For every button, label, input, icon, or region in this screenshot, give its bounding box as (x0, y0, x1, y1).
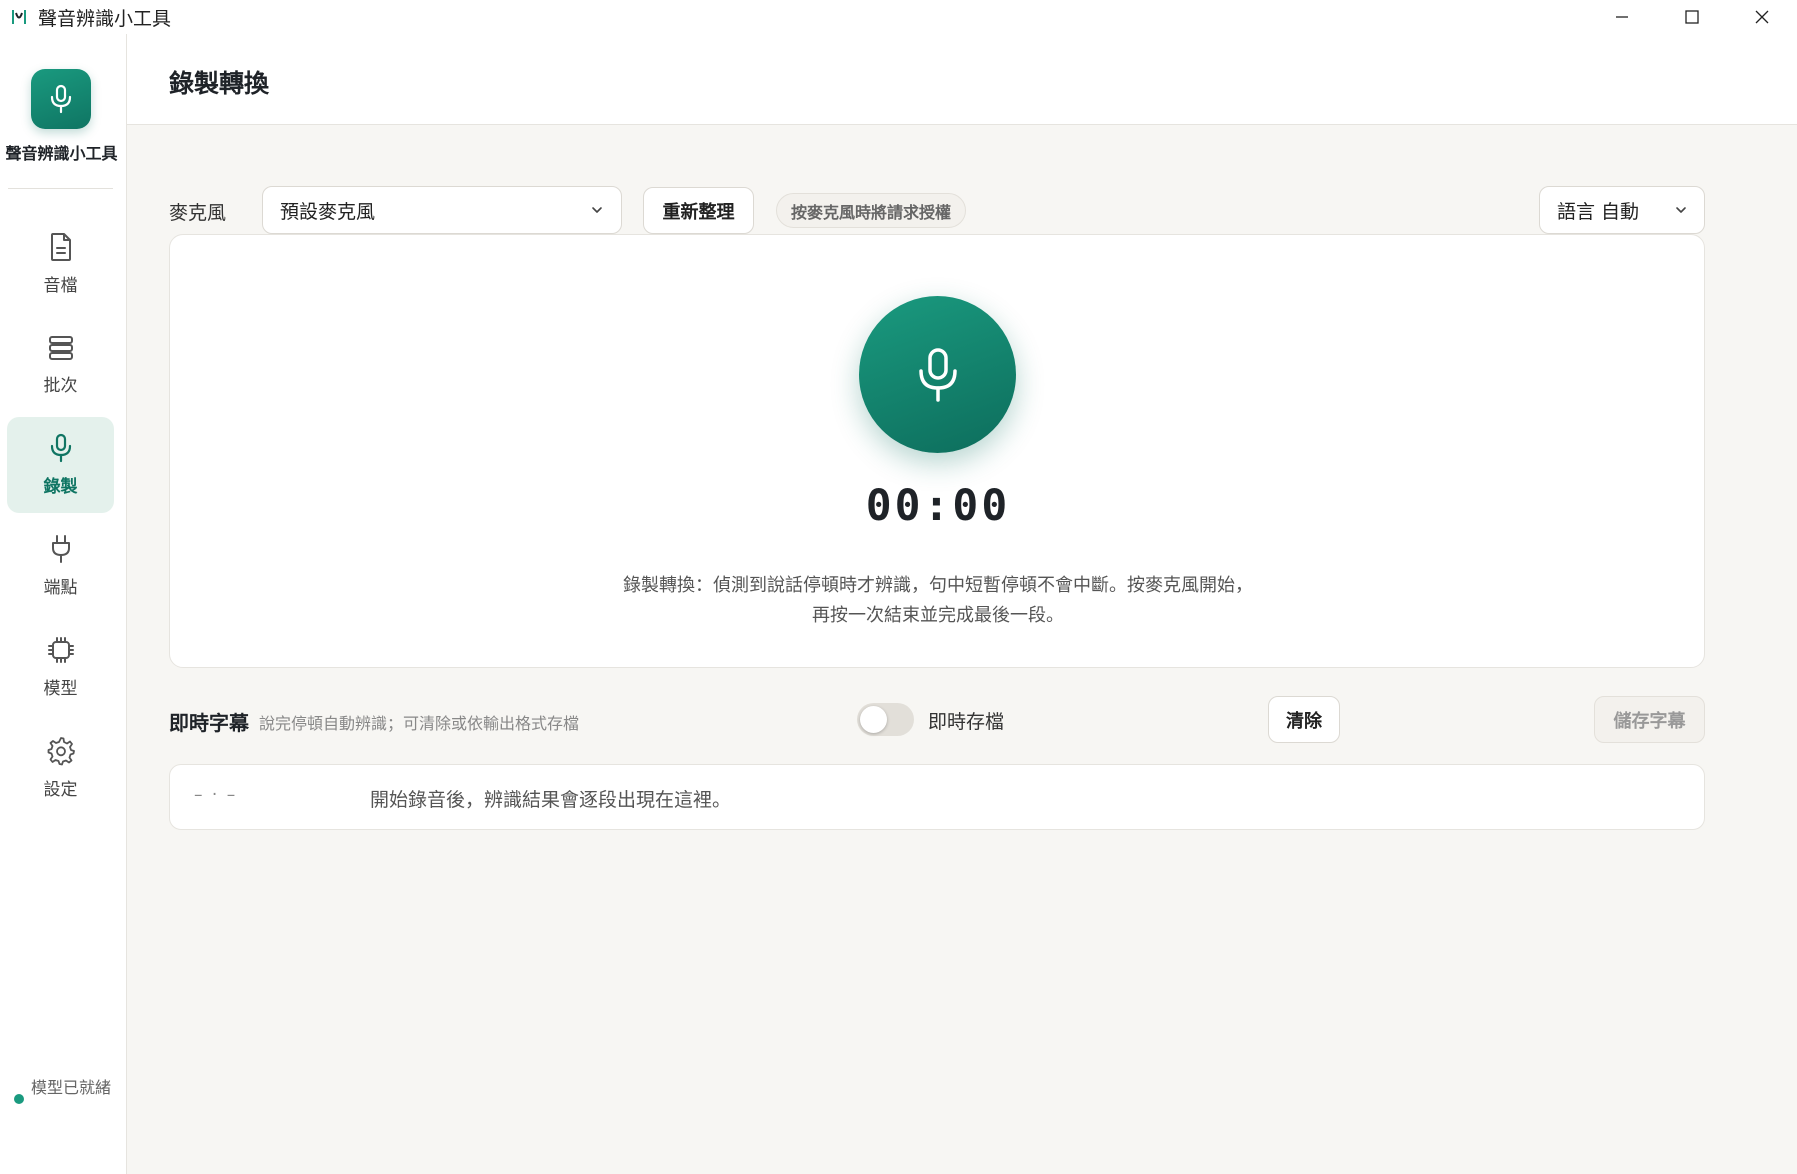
microphone-select[interactable]: 預設麥克風 (262, 186, 622, 234)
subtitles-title: 即時字幕 (169, 711, 249, 735)
maximize-button[interactable] (1657, 0, 1727, 34)
microphone-icon (50, 84, 72, 114)
app-window: 聲音辨識小工具 聲音辨識小工具 音檔 批次 錄製 端點 模型 設定 模型已就緒 … (0, 0, 1797, 1174)
record-button[interactable] (859, 296, 1016, 453)
sidebar-item-record[interactable]: 錄製 (7, 417, 114, 513)
plug-icon (51, 535, 70, 563)
record-timer: 00:00 (865, 481, 1011, 531)
sidebar-item-batch[interactable]: 批次 (7, 317, 114, 413)
save-subtitles-button[interactable]: 儲存字幕 (1594, 696, 1705, 743)
sidebar-item-endpoint[interactable]: 端點 (7, 518, 114, 614)
sidebar-item-label: 模型 (43, 679, 78, 699)
autosave-label: 即時存檔 (928, 711, 1005, 733)
sidebar-item-model[interactable]: 模型 (7, 619, 114, 715)
status-text: 模型已就緒 (31, 1078, 112, 1097)
brand-name: 聲音辨識小工具 (5, 144, 118, 163)
document-icon (50, 233, 71, 261)
sidebar-item-label: 音檔 (43, 276, 78, 296)
clear-button[interactable]: 清除 (1268, 696, 1340, 743)
title-bar: 聲音辨識小工具 (0, 0, 1797, 34)
brand-logo (31, 69, 91, 129)
gear-icon (47, 737, 75, 766)
minimize-icon (1616, 16, 1628, 18)
model-status: 模型已就緒 (14, 1076, 114, 1104)
page-title: 錄製轉換 (169, 69, 270, 98)
permission-hint: 按麥克風時將請求授權 (776, 193, 967, 228)
app-icon (12, 10, 26, 24)
status-dot (14, 1094, 24, 1104)
window-controls (1587, 0, 1797, 34)
toggle-knob (860, 706, 887, 733)
window-title: 聲音辨識小工具 (38, 7, 172, 30)
sidebar-item-settings[interactable]: 設定 (7, 720, 114, 816)
maximize-icon (1685, 10, 1699, 24)
record-description: 錄製轉換：偵測到說話停頓時才辨識，句中短暫停頓不會中斷。按麥克風開始，再按一次結… (623, 575, 1253, 626)
refresh-button[interactable]: 重新整理 (643, 187, 754, 234)
record-card: 00:00 錄製轉換：偵測到說話停頓時才辨識，句中短暫停頓不會中斷。按麥克風開始… (169, 234, 1705, 668)
chip-icon (47, 637, 74, 663)
subtitles-hint: 說完停頓自動辨識；可清除或依輸出格式存檔 (259, 714, 580, 733)
chevron-down-icon (1676, 207, 1686, 213)
microphone-label: 麥克風 (169, 202, 227, 224)
sidebar-item-label: 批次 (43, 376, 78, 396)
sidebar-item-label: 錄製 (43, 477, 78, 497)
sidebar-divider (8, 188, 113, 189)
language-select[interactable]: 語言 自動 (1539, 186, 1705, 234)
minimize-button[interactable] (1587, 0, 1657, 34)
stack-icon (48, 336, 73, 360)
microphone-select-value: 預設麥克風 (280, 200, 376, 223)
transcript-timecode: – · – (194, 785, 238, 805)
transcript-placeholder: 開始錄音後，辨識結果會逐段出現在這裡。 (370, 789, 732, 811)
autosave-toggle[interactable] (857, 703, 914, 736)
chevron-down-icon (592, 207, 602, 213)
transcript-list: – · – 開始錄音後，辨識結果會逐段出現在這裡。 (169, 764, 1705, 830)
sidebar-item-audio-file[interactable]: 音檔 (7, 216, 114, 312)
close-icon (1755, 10, 1769, 24)
language-select-value: 語言 自動 (1557, 200, 1640, 223)
microphone-icon (918, 347, 957, 402)
sidebar-item-label: 設定 (43, 780, 78, 800)
page-header: 錄製轉換 (127, 34, 1797, 125)
close-button[interactable] (1727, 0, 1797, 34)
sidebar-item-label: 端點 (43, 578, 78, 598)
microphone-icon (50, 433, 71, 463)
sidebar: 聲音辨識小工具 音檔 批次 錄製 端點 模型 設定 (0, 34, 127, 1174)
